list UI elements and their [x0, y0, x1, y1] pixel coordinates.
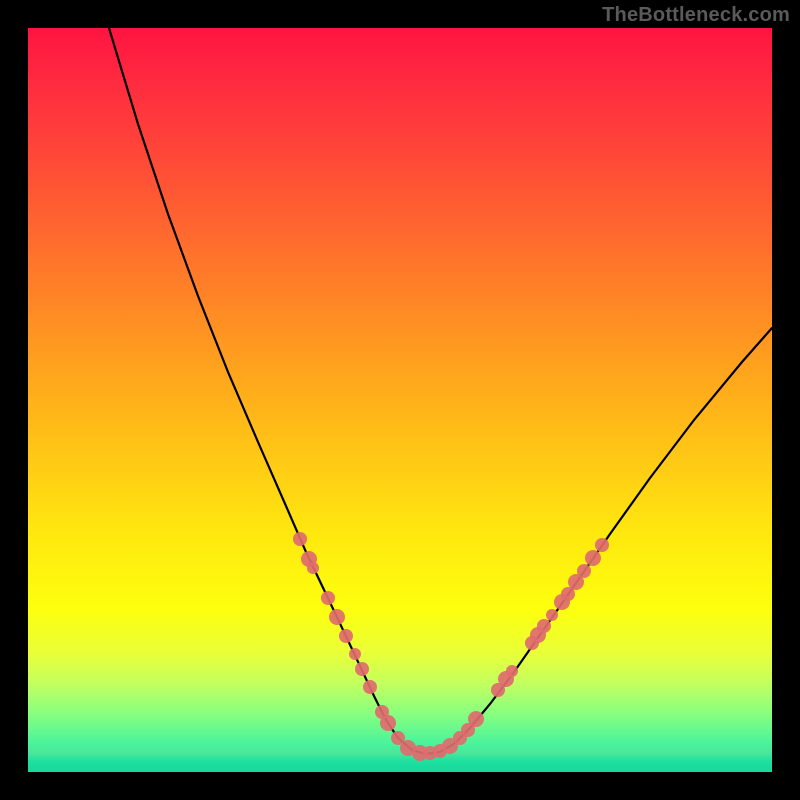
curve-marker: [585, 550, 601, 566]
curve-marker: [349, 648, 361, 660]
plot-area: [28, 28, 772, 772]
curve-marker: [329, 609, 345, 625]
watermark-text: TheBottleneck.com: [602, 4, 790, 27]
curve-marker: [321, 591, 335, 605]
chart-frame: TheBottleneck.com: [0, 0, 800, 800]
curve-marker: [339, 629, 353, 643]
curve-marker: [468, 711, 484, 727]
curve-path: [109, 28, 772, 754]
curve-marker: [307, 562, 319, 574]
curve-marker: [506, 665, 518, 677]
curve-marker: [380, 715, 396, 731]
curve-marker: [537, 619, 551, 633]
bottleneck-curve: [28, 28, 772, 772]
curve-marker: [355, 662, 369, 676]
curve-marker: [546, 609, 558, 621]
curve-marker: [363, 680, 377, 694]
curve-marker: [293, 532, 307, 546]
curve-marker: [595, 538, 609, 552]
curve-markers: [293, 532, 609, 761]
curve-marker: [577, 564, 591, 578]
